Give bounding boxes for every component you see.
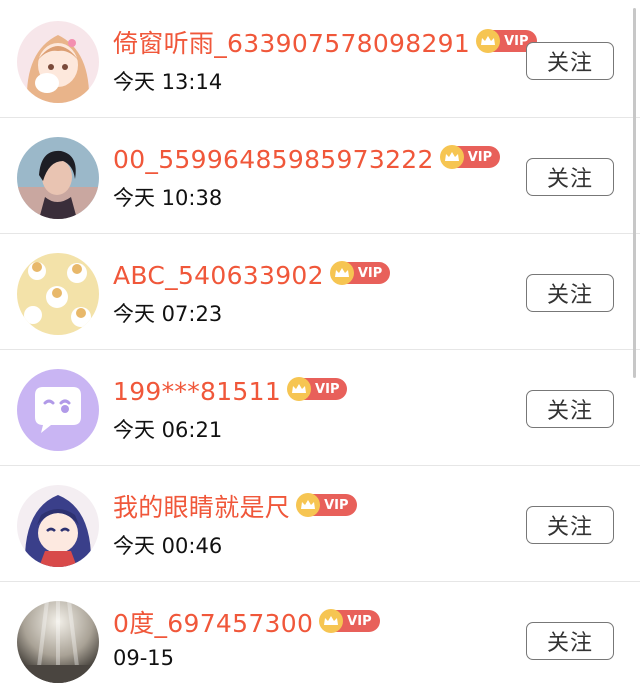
follow-button[interactable]: 关注 [526,158,614,196]
follow-button[interactable]: 关注 [526,506,614,544]
vip-label: VIP [347,613,372,629]
name-line: 199***81511 VIP [113,374,348,410]
vip-label: VIP [504,33,529,49]
vip-label: VIP [357,265,383,281]
name-line: 倚窗听雨_633907578098291 VIP [113,26,537,62]
vip-label: VIP [315,381,340,397]
username[interactable]: 00_55996485985973222 [113,142,434,178]
user-avatar[interactable] [17,369,99,451]
timestamp: 今天 07:23 [113,302,223,326]
timestamp: 今天 00:46 [113,534,223,558]
list-item[interactable]: ABC_540633902 VIP 今天 07:23 关注 [0,234,640,350]
vip-badge: VIP [439,145,501,169]
username[interactable]: 倚窗听雨_633907578098291 [113,26,470,62]
vip-badge: VIP [296,493,357,517]
crown-icon [287,377,312,401]
username[interactable]: 0度_697457300 [113,606,313,642]
name-line: ABC_540633902 VIP [113,258,391,294]
timestamp: 今天 13:14 [113,70,223,94]
timestamp: 今天 10:38 [113,186,223,210]
vip-badge: VIP [329,261,391,285]
crown-icon [296,493,321,517]
username[interactable]: ABC_540633902 [113,258,324,294]
follow-button[interactable]: 关注 [526,390,614,428]
vip-label: VIP [467,149,493,165]
light-rays-photo-avatar [17,601,99,683]
follow-button[interactable]: 关注 [526,274,614,312]
list-item[interactable]: 0度_697457300 VIP 09-15 关注 [0,582,640,698]
cartoon-pattern-avatar [17,253,99,335]
user-avatar[interactable] [17,601,99,683]
crown-icon [439,145,464,169]
crown-icon [319,609,344,633]
username[interactable]: 199***81511 [113,374,281,410]
scrollbar[interactable] [633,8,636,378]
user-avatar[interactable] [17,253,99,335]
crown-icon [476,29,501,53]
list-item[interactable]: 倚窗听雨_633907578098291 VIP 今天 13:14 关注 [0,2,640,118]
follow-button[interactable]: 关注 [526,622,614,660]
name-line: 0度_697457300 VIP [113,606,380,642]
follow-button[interactable]: 关注 [526,42,614,80]
vip-badge: VIP [319,609,380,633]
list-item[interactable]: 199***81511 VIP 今天 06:21 关注 [0,350,640,466]
timestamp: 今天 06:21 [113,418,223,442]
vip-label: VIP [324,497,349,513]
user-avatar[interactable] [17,485,99,567]
user-avatar[interactable] [17,21,99,103]
crown-icon [329,261,354,285]
anime-girl-blue-hair-avatar [17,485,99,567]
list-item[interactable]: 00_55996485985973222 VIP 今天 10:38 关注 [0,118,640,234]
anime-girl-pink-avatar [17,21,99,103]
user-avatar[interactable] [17,137,99,219]
timestamp: 09-15 [113,646,175,670]
list-item[interactable]: 我的眼睛就是尺 VIP 今天 00:46 关注 [0,466,640,582]
default-chat-bubble-avatar [17,369,99,451]
name-line: 00_55996485985973222 VIP [113,142,501,178]
vip-badge: VIP [287,377,348,401]
username[interactable]: 我的眼睛就是尺 [113,490,290,526]
dark-hair-portrait-avatar [17,137,99,219]
name-line: 我的眼睛就是尺 VIP [113,490,357,526]
